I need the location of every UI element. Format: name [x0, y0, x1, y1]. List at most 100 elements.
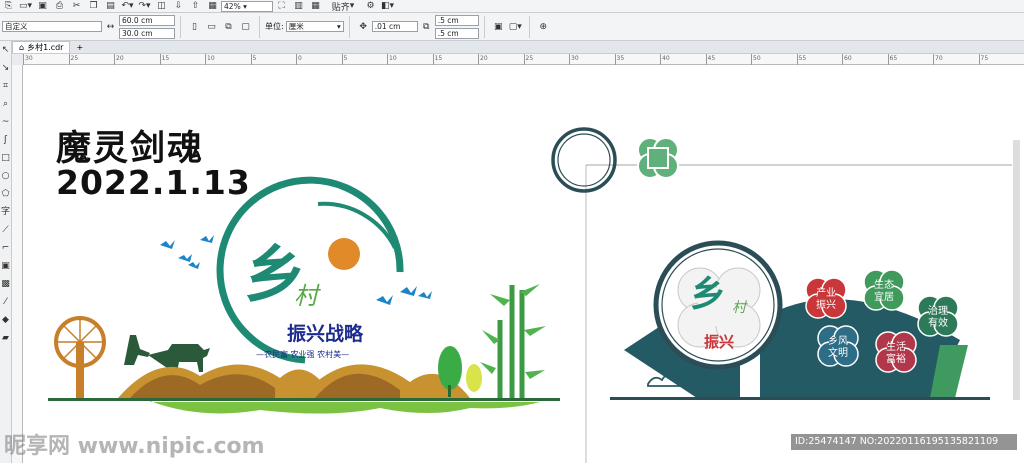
ruler-tick-label: 5: [343, 55, 348, 62]
ruler-tick: [751, 54, 752, 65]
smart-fill-icon[interactable]: ▰: [0, 329, 11, 347]
text-tool-icon[interactable]: 字: [0, 203, 11, 221]
landscape-icon[interactable]: ▭: [205, 20, 218, 33]
ruler-tick: [978, 54, 980, 65]
import-icon[interactable]: ⇩: [172, 0, 185, 13]
vertical-ruler[interactable]: [12, 65, 23, 463]
eyedropper-icon[interactable]: ⁄: [0, 293, 11, 311]
ruler-tick-label: 40: [662, 55, 670, 62]
polygon-tool-icon[interactable]: ⬠: [0, 185, 11, 203]
redo-icon[interactable]: ↷▾: [138, 0, 151, 13]
toolbox: ↖ ↘ ⌗ ⌕ ~ ʃ □ ○ ⬠ 字 ⟋ ⌐ ▣ ▩ ⁄ ◆ ▰: [0, 41, 12, 463]
ruler-tick: [341, 54, 343, 65]
canvas-date: 2022.1.13: [56, 163, 251, 202]
nudge-icon: ✥: [359, 21, 367, 32]
add-icon[interactable]: ⊕: [537, 20, 550, 33]
ruler-tick-label: 10: [389, 55, 397, 62]
ruler-tick: [933, 54, 934, 65]
ruler-tick-label: 25: [70, 55, 79, 62]
ruler-tick: [705, 54, 707, 65]
transparency-icon[interactable]: ▩: [0, 275, 11, 293]
ruler-tick: [842, 54, 843, 65]
export-icon[interactable]: ⇧: [189, 0, 202, 13]
parallel-dimension-icon[interactable]: ⟋: [0, 221, 11, 239]
ruler-tick-label: 15: [161, 55, 170, 62]
new-tab-button[interactable]: +: [70, 41, 90, 53]
ruler-tick-label: 0: [298, 55, 302, 62]
ruler-tick: [23, 54, 24, 65]
ruler-tick-label: 20: [116, 55, 124, 62]
cut-icon[interactable]: ✂: [70, 0, 83, 13]
page-frame-icon[interactable]: ▢▾: [509, 20, 522, 33]
unit-select[interactable]: 厘米 ▾: [285, 21, 344, 32]
ruler-tick: [796, 54, 798, 65]
ruler-tick-label: 25: [525, 55, 534, 62]
ruler-tick: [159, 54, 161, 65]
unit-label: 单位:: [265, 22, 284, 31]
ruler-tick-label: 75: [980, 55, 989, 62]
search-content-icon[interactable]: ◫: [155, 0, 168, 13]
pick-tool-icon[interactable]: ↖: [0, 41, 11, 59]
save-icon[interactable]: ▣: [36, 0, 49, 13]
show-rulers-icon[interactable]: ▥: [292, 0, 305, 13]
zoom-tool-icon[interactable]: ⌕: [0, 95, 11, 113]
ruler-tick: [68, 54, 70, 65]
duplicate-distance-icon: ⧉: [422, 21, 430, 32]
new-document-icon[interactable]: ⎘: [2, 0, 15, 13]
print-icon[interactable]: ⎙: [53, 0, 66, 13]
show-grid-icon[interactable]: ▦: [309, 0, 322, 13]
rectangle-tool-icon[interactable]: □: [0, 149, 11, 167]
artistic-media-icon[interactable]: ʃ: [0, 131, 11, 149]
ruler-tick-label: 55: [798, 55, 807, 62]
interactive-fill-icon[interactable]: ◆: [0, 311, 11, 329]
ruler-tick-label: 5: [252, 55, 257, 62]
paste-icon[interactable]: ▤: [104, 0, 117, 13]
undo-icon[interactable]: ↶▾: [121, 0, 134, 13]
all-pages-icon[interactable]: ⧉: [222, 20, 235, 33]
drop-shadow-icon[interactable]: ▣: [0, 257, 11, 275]
treat-as-filled-icon[interactable]: ▣: [492, 20, 505, 33]
document-tab[interactable]: ⌂ 乡村1.cdr: [12, 41, 71, 53]
ruler-tick: [387, 54, 388, 65]
ruler-tick-label: 60: [844, 55, 852, 62]
divider: [528, 15, 530, 38]
freehand-tool-icon[interactable]: ~: [0, 113, 11, 131]
publish-pdf-icon[interactable]: ▦: [206, 0, 219, 13]
ruler-tick: [569, 54, 570, 65]
ellipse-tool-icon[interactable]: ○: [0, 167, 11, 185]
ruler-tick: [478, 54, 479, 65]
home-icon: ⌂: [19, 43, 25, 52]
property-bar: 自定义 ↔ 60.0 cm 30.0 cm ▯ ▭ ⧉ ▢ 单位: 厘米 ▾ ✥ …: [0, 13, 1024, 41]
options-gear-icon[interactable]: ⚙: [364, 0, 377, 13]
ruler-tick: [432, 54, 434, 65]
duplicate-x-input[interactable]: .5 cm: [434, 14, 479, 26]
page-preset-select[interactable]: 自定义: [2, 21, 102, 32]
zoom-select[interactable]: 42% ▾: [221, 0, 274, 12]
ruler-tick-label: 50: [753, 55, 761, 62]
nudge-distance-input[interactable]: .01 cm: [371, 21, 418, 32]
shape-tool-icon[interactable]: ↘: [0, 59, 11, 77]
crop-tool-icon[interactable]: ⌗: [0, 77, 11, 95]
ruler-tick: [205, 54, 206, 65]
portrait-icon[interactable]: ▯: [188, 20, 201, 33]
duplicate-y-input[interactable]: .5 cm: [434, 27, 479, 39]
fullscreen-icon[interactable]: ⛶: [275, 0, 288, 13]
page-dimensions: 60.0 cm 30.0 cm: [119, 14, 175, 40]
copy-icon[interactable]: ❐: [87, 0, 100, 13]
launch-icon[interactable]: ◧▾: [381, 0, 394, 13]
ruler-tick: [614, 54, 616, 65]
standard-toolbar: ⎘ ▭▾ ▣ ⎙ ✂ ❐ ▤ ↶▾ ↷▾ ◫ ⇩ ⇧ ▦ 42% ▾ ⛶ ▥ ▦…: [0, 0, 1024, 13]
ruler-tick-label: 30: [25, 55, 33, 62]
ruler-tick-label: 30: [571, 55, 579, 62]
current-page-icon[interactable]: ▢: [239, 20, 252, 33]
duplicate-distance: .5 cm .5 cm: [434, 14, 479, 40]
watermark-id: ID:25474147 NO:20220116195135821109: [791, 434, 1017, 450]
horizontal-ruler[interactable]: 30 25 20 15 10 5 0 5 10 15 20 25 30 35 40 45 50 55 60 65 70 7…: [23, 54, 1024, 65]
open-icon[interactable]: ▭▾: [19, 0, 32, 13]
divider: [483, 15, 485, 38]
ruler-tick: [660, 54, 661, 65]
snap-to-button[interactable]: 贴齐 ▾: [326, 0, 360, 13]
connector-tool-icon[interactable]: ⌐: [0, 239, 11, 257]
page-height-input[interactable]: 30.0 cm: [119, 27, 175, 39]
page-width-input[interactable]: 60.0 cm: [119, 14, 175, 26]
